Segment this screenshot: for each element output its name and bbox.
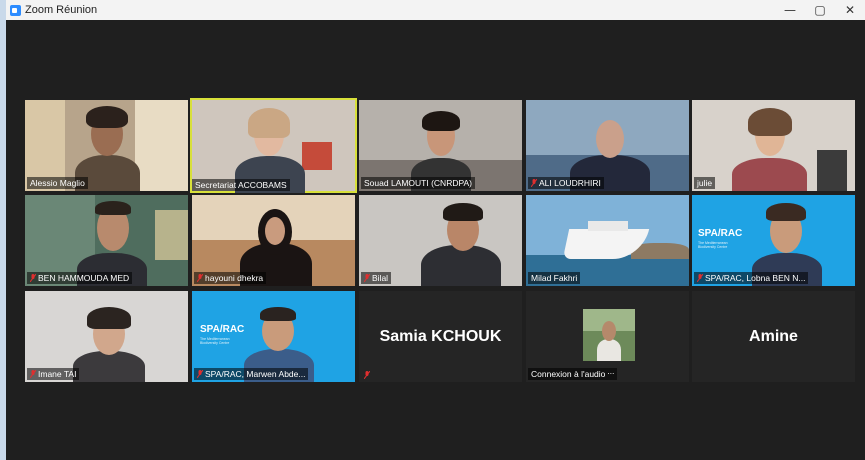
video-tile[interactable]: ALI LOUDRHIRI (526, 100, 689, 191)
muted-mic-icon (364, 274, 370, 282)
participant-name-label: Souad LAMOUTI (CNRDPA) (361, 177, 476, 189)
video-tile-off[interactable]: Amine (692, 291, 855, 382)
participant-name-label: Connexion à l'audio ⋯ (528, 368, 618, 380)
video-tile[interactable]: SPA/RAC The Mediterranean Biodiversity C… (192, 291, 355, 382)
video-tile-profile[interactable]: Connexion à l'audio ⋯ (526, 291, 689, 382)
muted-mic-icon (30, 370, 36, 378)
muted-mic-icon (30, 274, 36, 282)
participant-name-label: Imane TAI (27, 368, 80, 380)
participant-name-label: Secretariat ACCOBAMS (192, 179, 290, 191)
muted-mic-icon (197, 274, 203, 282)
video-tile[interactable]: Alessio Maglio (25, 100, 188, 191)
spa-rac-logo-text: SPA/RAC (698, 228, 743, 239)
participant-name-label: SPA/RAC, Lobna BEN N... (694, 272, 809, 284)
muted-mic-icon (364, 371, 370, 379)
video-tile[interactable]: Imane TAI (25, 291, 188, 382)
participant-display-name: Samia KCHOUK (379, 327, 502, 345)
zoom-app-icon (10, 4, 21, 16)
video-tile[interactable]: Milad Fakhri (526, 195, 689, 286)
participant-name-label: Milad Fakhri (528, 272, 581, 284)
participant-name-label: SPA/RAC, Marwen Abde... (194, 368, 309, 380)
audio-connecting-icon: ⋯ (607, 371, 615, 378)
video-tile[interactable]: Souad LAMOUTI (CNRDPA) (359, 100, 522, 191)
maximize-button[interactable]: ▢ (805, 0, 835, 20)
participant-name-label: Alessio Maglio (27, 177, 88, 189)
participant-name-label: julie (694, 177, 716, 189)
participant-name-label: ALI LOUDRHIRI (528, 177, 604, 189)
video-tile[interactable]: hayouni dhekra (192, 195, 355, 286)
muted-mic-icon (197, 370, 203, 378)
zoom-window: Zoom Réunion — ▢ ✕ Alessio Maglio Secret… (6, 0, 865, 460)
video-tile-active-speaker[interactable]: Secretariat ACCOBAMS (190, 98, 357, 193)
video-tile[interactable]: Bilal (359, 195, 522, 286)
participant-name-label: hayouni dhekra (194, 272, 267, 284)
spa-rac-logo-text: SPA/RAC (200, 324, 245, 335)
close-button[interactable]: ✕ (835, 0, 865, 20)
video-tile[interactable]: julie (692, 100, 855, 191)
participant-status (361, 370, 373, 380)
muted-mic-icon (531, 179, 537, 187)
minimize-button[interactable]: — (775, 0, 805, 20)
spa-rac-logo-subtitle: The Mediterranean Biodiversity Centre (200, 337, 230, 345)
video-tile-off[interactable]: Samia KCHOUK (359, 291, 522, 382)
title-bar: Zoom Réunion — ▢ ✕ (6, 0, 865, 20)
muted-mic-icon (697, 274, 703, 282)
video-tile[interactable]: SPA/RAC The Mediterranean Biodiversity C… (692, 195, 855, 286)
window-title: Zoom Réunion (25, 4, 98, 16)
profile-picture (583, 309, 635, 361)
participant-name-label: BEN HAMMOUDA MED (27, 272, 133, 284)
spa-rac-logo-subtitle: The Mediterranean Biodiversity Centre (698, 241, 728, 249)
participant-display-name: Amine (749, 327, 798, 345)
video-tile[interactable]: BEN HAMMOUDA MED (25, 195, 188, 286)
participant-name-label: Bilal (361, 272, 392, 284)
